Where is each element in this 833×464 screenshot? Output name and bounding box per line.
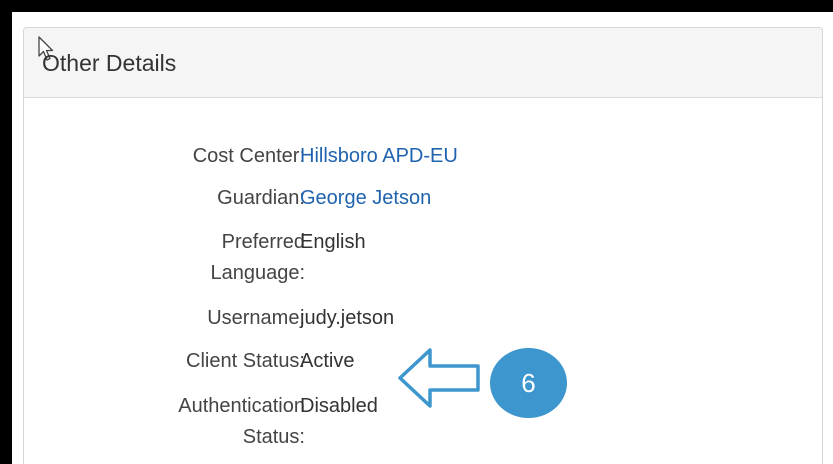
username-value: judy.jetson (300, 307, 395, 329)
authentication-status-label: Authentication Status: (178, 391, 305, 453)
preferred-language-label-line2: Language: (210, 262, 305, 284)
authentication-status-label-line1: Authentication (178, 395, 305, 417)
client-status-label: Client Status: (186, 350, 305, 372)
guardian-label: Guardian: (217, 187, 305, 209)
step-number-badge: 6 (490, 348, 567, 418)
panel-title: Other Details (42, 50, 177, 76)
guardian-link[interactable]: George Jetson (300, 183, 431, 214)
preferred-language-label: Preferred Language: (210, 227, 305, 289)
authentication-status-value: Disabled (300, 395, 378, 417)
arrow-left-outline-icon (398, 348, 480, 408)
authentication-status-label-line2: Status: (242, 426, 305, 448)
cost-center-label: Cost Center: (192, 145, 305, 167)
preferred-language-label-line1: Preferred (221, 231, 305, 253)
cost-center-link[interactable]: Hillsboro APD-EU (300, 141, 458, 172)
panel-header[interactable]: Other Details (24, 28, 822, 98)
client-status-value: Active (300, 350, 355, 372)
preferred-language-value: English (300, 231, 366, 253)
username-label: Username: (207, 307, 305, 329)
